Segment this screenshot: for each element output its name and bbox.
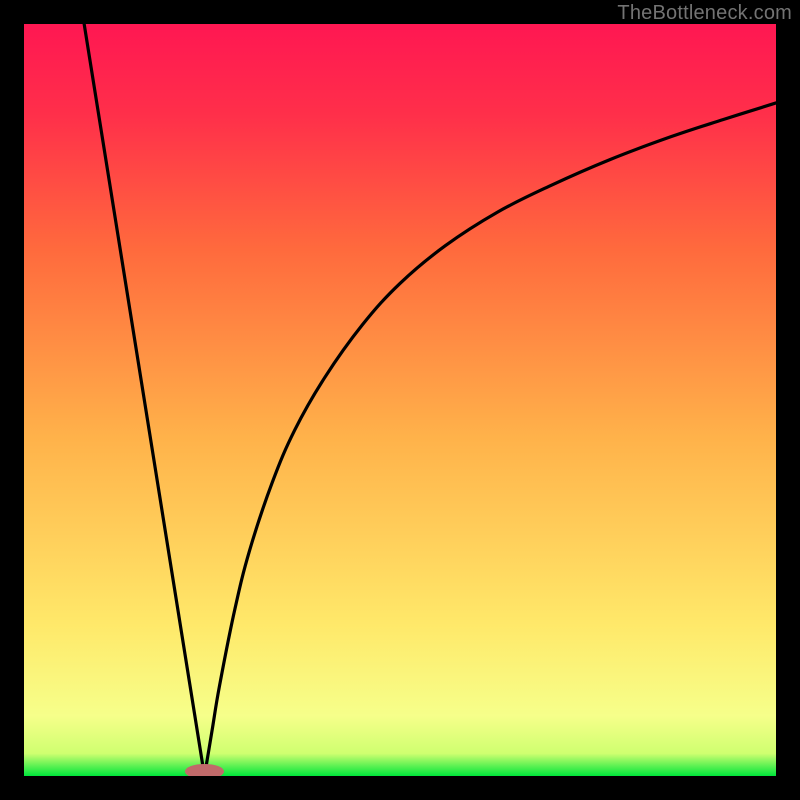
gradient-background xyxy=(24,24,776,776)
chart-frame xyxy=(24,24,776,776)
attribution-label: TheBottleneck.com xyxy=(617,2,792,25)
bottleneck-curve-chart xyxy=(24,24,776,776)
